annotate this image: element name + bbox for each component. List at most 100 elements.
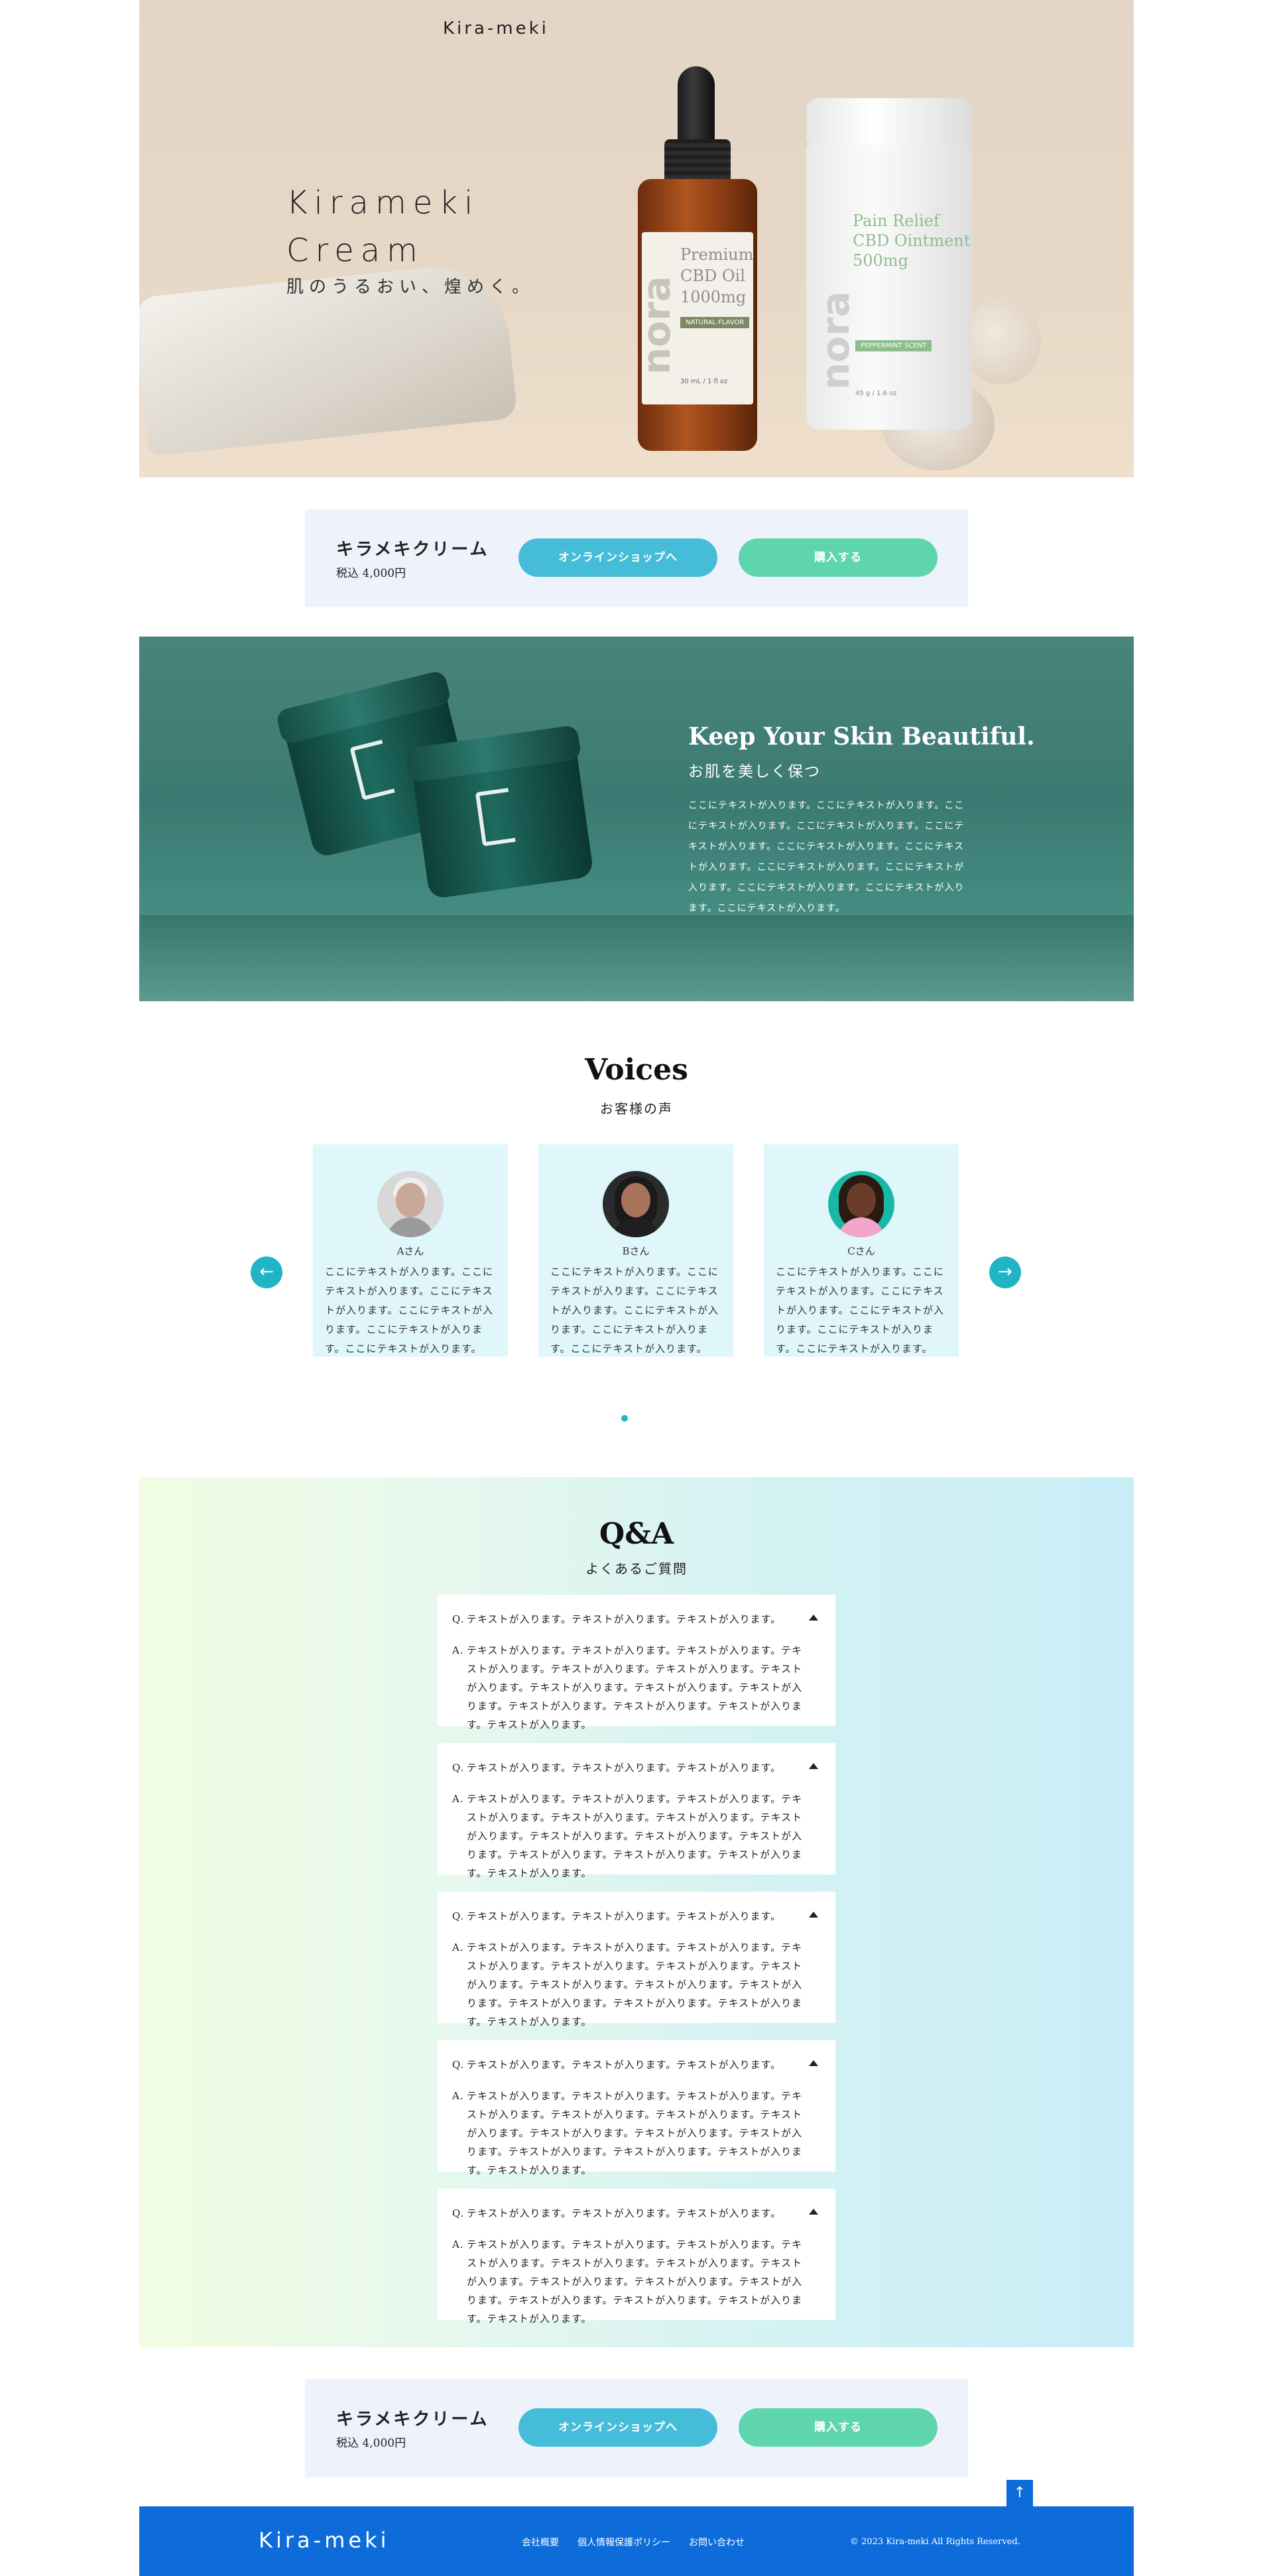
qa-section: Q&A よくあるご質問 Q. テキストが入ります。テキストが入ります。テキストが入… [139,1477,1134,2347]
question-text: テキストが入ります。テキストが入ります。テキストが入ります。 [467,1910,782,1922]
qa-item[interactable]: Q. テキストが入ります。テキストが入ります。テキストが入ります。 A. テキストが… [438,2189,835,2325]
feature-body: ここにテキストが入ります。ここにテキストが入ります。ここにテキストが入ります。こ… [688,800,965,914]
carousel-prev-button[interactable]: ← [251,1257,282,1288]
caret-up-icon[interactable] [809,1912,818,1918]
bottle-brand-text: nora [634,276,679,375]
voices-subtitle: お客様の声 [600,1101,673,1117]
feature-section: Keep Your Skin Beautiful. お肌を美しく保つ ここにテキ… [139,637,1134,1001]
question-mark-label: Q. [452,2207,465,2219]
answer-text: テキストが入ります。テキストが入ります。テキストが入ります。テキストが入ります。… [467,2239,803,2325]
tub-logo-mark [475,788,516,847]
qa-title: Q&A [599,1517,674,1551]
voice-card: Cさん ここにテキストが入ります。ここにテキストが入ります。ここにテキストが入り… [764,1144,959,1357]
voice-card: Aさん ここにテキストが入ります。ここにテキストが入ります。ここにテキストが入り… [313,1144,508,1357]
answer-text: テキストが入ります。テキストが入ります。テキストが入ります。テキストが入ります。… [467,2090,803,2176]
bottle-label-line: CBD Oil [680,267,745,285]
online-shop-button[interactable]: オンラインショップへ [518,2408,717,2447]
jar-size-text: 45 g / 1.6 oz [855,390,897,397]
qa-answer: A. テキストが入ります。テキストが入ります。テキストが入ります。テキストが入りま… [452,1790,819,1882]
jar-brand-text: nora [813,291,858,390]
hero-title: Kirameki Cream [286,179,479,275]
bottle-label: nora Premium CBD Oil 1000mg NATURAL FLAV… [634,232,754,404]
purchase-bar: キラメキクリーム 税込 4,000円 オンラインショップへ 購入する [305,509,968,607]
bottle-label-line: Premium [680,245,754,264]
voice-card: Bさん ここにテキストが入ります。ここにテキストが入ります。ここにテキストが入り… [538,1144,733,1357]
feature-title: Keep Your Skin Beautiful. [688,723,1035,751]
avatar [828,1171,894,1237]
jar-label-line: 500mg [853,251,908,270]
answer-mark-label: A. [452,2090,464,2102]
answer-text: テキストが入ります。テキストが入ります。テキストが入ります。テキストが入ります。… [467,1644,803,1731]
qa-item[interactable]: Q. テキストが入ります。テキストが入ります。テキストが入ります。 A. テキストが… [438,1743,835,1879]
caret-up-icon[interactable] [809,2209,818,2215]
footer-logo[interactable]: Kira-meki [259,2528,389,2553]
page: Kira-meki Kirameki Cream 肌のうるおい、煌めく。 nor… [139,0,1134,2576]
voice-name: Bさん [622,1245,650,1257]
question-text: テキストが入ります。テキストが入ります。テキストが入ります。 [467,1613,782,1625]
caret-up-icon[interactable] [809,1615,818,1621]
qa-item[interactable]: Q. テキストが入ります。テキストが入ります。テキストが入ります。 A. テキストが… [438,2040,835,2176]
dropper-cap [678,66,715,146]
jar-cap [806,98,972,145]
copyright: © 2023 Kira-meki All Rights Reserved. [850,2537,1020,2547]
footer-nav: 会社概要 個人情報保護ポリシー お問い合わせ [522,2536,745,2549]
question-mark-label: Q. [452,2059,465,2071]
qa-question: Q. テキストが入ります。テキストが入ります。テキストが入ります。 [452,1760,781,1774]
footer-link-company[interactable]: 会社概要 [522,2536,559,2549]
carousel-next-button[interactable]: → [989,1257,1021,1288]
site-logo[interactable]: Kira-meki [443,19,549,38]
cream-tub-image [404,724,595,900]
answer-mark-label: A. [452,1793,464,1805]
carousel-dot[interactable] [621,1415,628,1422]
buy-button[interactable]: 購入する [739,538,938,577]
feature-subtitle: お肌を美しく保つ [688,763,821,780]
voices-title: Voices [585,1053,688,1087]
footer-link-privacy[interactable]: 個人情報保護ポリシー [577,2536,670,2549]
arrow-right-icon: → [998,1262,1012,1282]
question-mark-label: Q. [452,1613,465,1625]
hero-title-line: Cream [286,232,424,269]
voice-text: ここにテキストが入ります。ここにテキストが入ります。ここにテキストが入ります。こ… [550,1266,719,1355]
question-mark-label: Q. [452,1762,465,1774]
qa-subtitle: よくあるご質問 [585,1561,688,1577]
qa-question: Q. テキストが入ります。テキストが入ります。テキストが入ります。 [452,1909,781,1923]
answer-mark-label: A. [452,1941,464,1953]
page-top-button[interactable]: ↑ [1006,2480,1033,2506]
answer-mark-label: A. [452,2239,464,2250]
avatar [603,1171,669,1237]
jar-label-text: Pain Relief CBD Ointment 500mg [853,211,970,271]
qa-answer: A. テキストが入ります。テキストが入ります。テキストが入ります。テキストが入りま… [452,1641,819,1734]
caret-up-icon[interactable] [809,2060,818,2066]
qa-item[interactable]: Q. テキストが入ります。テキストが入ります。テキストが入ります。 A. テキストが… [438,1892,835,2028]
hero-section: Kira-meki Kirameki Cream 肌のうるおい、煌めく。 nor… [139,0,1134,477]
tub-logo-mark [349,739,395,801]
bottle-flavor-badge: NATURAL FLAVOR [680,317,750,328]
hero-title-line: Kirameki [286,184,480,221]
product-bottle-image: nora Premium CBD Oil 1000mg NATURAL FLAV… [634,66,757,451]
feature-floor [139,915,1134,1001]
avatar [377,1171,444,1237]
question-text: テキストが入ります。テキストが入ります。テキストが入ります。 [467,1762,782,1774]
answer-text: テキストが入ります。テキストが入ります。テキストが入ります。テキストが入ります。… [467,1941,803,2028]
product-name: キラメキクリーム [336,540,489,560]
question-text: テキストが入ります。テキストが入ります。テキストが入ります。 [467,2059,782,2071]
question-text: テキストが入ります。テキストが入ります。テキストが入ります。 [467,2207,782,2219]
online-shop-button[interactable]: オンラインショップへ [518,538,717,577]
product-name: キラメキクリーム [336,2410,489,2429]
buy-button[interactable]: 購入する [739,2408,938,2447]
caret-up-icon[interactable] [809,1763,818,1769]
arrow-up-icon: ↑ [1013,2484,1026,2501]
qa-question: Q. テキストが入ります。テキストが入ります。テキストが入ります。 [452,2057,781,2071]
product-jar-image: nora Pain Relief CBD Ointment 500mg PEPP… [806,98,972,430]
qa-answer: A. テキストが入ります。テキストが入ります。テキストが入ります。テキストが入りま… [452,2087,819,2179]
jar-label-line: Pain Relief [853,212,940,230]
answer-text: テキストが入ります。テキストが入ります。テキストが入ります。テキストが入ります。… [467,1793,803,1879]
footer-link-contact[interactable]: お問い合わせ [689,2536,745,2549]
hero-subtitle: 肌のうるおい、煌めく。 [286,277,535,297]
footer: Kira-meki 会社概要 個人情報保護ポリシー お問い合わせ © 2023 … [139,2506,1134,2576]
qa-item[interactable]: Q. テキストが入ります。テキストが入ります。テキストが入ります。 A. テキストが… [438,1595,835,1731]
product-price: 税込 4,000円 [336,567,406,580]
qa-question: Q. テキストが入ります。テキストが入ります。テキストが入ります。 [452,2206,781,2220]
qa-question: Q. テキストが入ります。テキストが入ります。テキストが入ります。 [452,1612,781,1626]
qa-answer: A. テキストが入ります。テキストが入ります。テキストが入ります。テキストが入りま… [452,1938,819,2031]
